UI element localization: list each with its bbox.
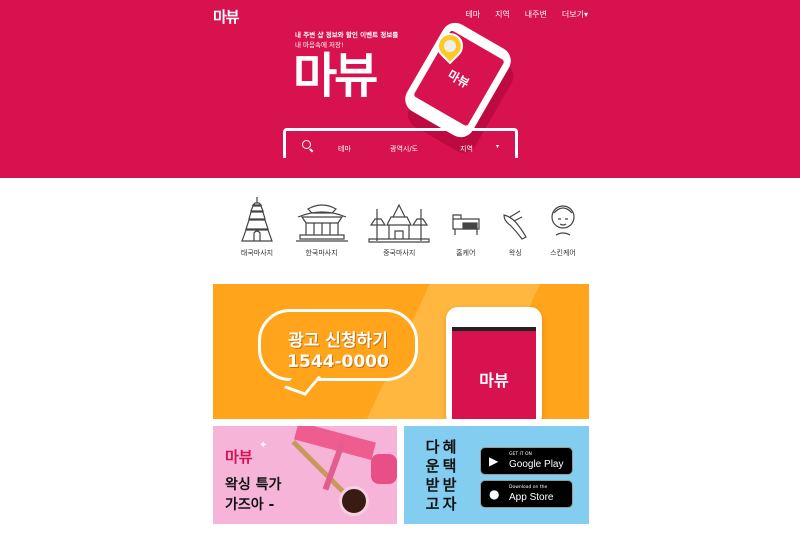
sparkle-icon: ✦	[259, 440, 268, 451]
nav-nearby[interactable]: 내주변	[525, 9, 547, 20]
tagline-line-1: 내 주변 샵 정보와 할인 이벤트 정보를	[295, 31, 399, 39]
search-province-select[interactable]: 광역시/도	[390, 144, 418, 154]
search-region-select[interactable]: 지역	[460, 144, 473, 154]
nav-region[interactable]: 지역	[495, 9, 510, 20]
hero-banner: 마뷰 테마 지역 내주변 더보기▾ 내 주변 샵 정보와 할인 이벤트 정보를 …	[0, 0, 800, 178]
leg-wax-icon	[503, 210, 528, 240]
wax-brand-logo: 마뷰	[225, 448, 253, 466]
app-download-banner: 다 운 받 고 혜 택 받 자 ▶ GET IT ON Google Play …	[404, 426, 589, 524]
search-icon[interactable]	[302, 140, 311, 149]
apple-icon: ●	[489, 487, 500, 501]
hero-logo: 마뷰	[293, 48, 378, 104]
speech-bubble: 광고 신청하기 1544-0000	[258, 309, 418, 381]
face-mask-icon	[551, 205, 575, 236]
category-label: 스킨케어	[550, 249, 576, 257]
category-label: 중국마사지	[383, 249, 416, 257]
wax-headline-1: 왁싱 특가	[225, 477, 282, 493]
ad-phone-number: 1544-0000	[287, 352, 389, 372]
category-chinese-massage[interactable]: 중국마사지	[367, 195, 431, 265]
app-text-col-1: 다 운 받 고	[425, 438, 440, 513]
search-theme-select[interactable]: 테마	[338, 144, 351, 154]
wax-bottle-image	[371, 454, 397, 484]
category-thai-massage[interactable]: 태국마사지	[238, 195, 276, 265]
site-logo[interactable]: 마뷰	[213, 6, 240, 27]
category-list: 태국마사지 한국마사지 중국마사지 홈케어 왁싱 스킨케어	[238, 195, 578, 265]
thai-temple-icon	[241, 197, 273, 242]
ad-phone-logo: 마뷰	[452, 331, 536, 419]
nav-more[interactable]: 더보기▾	[562, 9, 588, 20]
google-play-icon: ▶	[489, 454, 499, 468]
ad-title: 광고 신청하기	[288, 331, 388, 351]
category-waxing[interactable]: 왁싱	[500, 195, 530, 265]
wax-pot-image	[339, 486, 369, 516]
category-label: 왁싱	[508, 249, 522, 257]
sofa-icon	[452, 214, 480, 235]
app-store-button[interactable]: ● Download on the App Store	[480, 480, 573, 508]
ad-phone-illustration: 마뷰	[446, 307, 542, 419]
chinese-temple-icon	[368, 203, 430, 243]
search-box: 테마 광역시/도 지역 ▾	[283, 128, 518, 158]
category-label: 한국마사지	[305, 249, 338, 257]
ad-request-banner[interactable]: 광고 신청하기 1544-0000 마뷰	[213, 284, 589, 419]
hero-tagline: 내 주변 샵 정보와 할인 이벤트 정보를 내 마음속에 저장!	[295, 30, 398, 50]
category-homecare[interactable]: 홈케어	[449, 195, 483, 265]
category-skincare[interactable]: 스킨케어	[548, 195, 578, 265]
category-korean-massage[interactable]: 한국마사지	[294, 195, 350, 265]
google-play-button[interactable]: ▶ GET IT ON Google Play	[480, 447, 573, 475]
category-label: 태국마사지	[240, 249, 274, 257]
top-nav: 테마 지역 내주변 더보기▾	[465, 9, 588, 20]
waxing-promo-banner[interactable]: 마뷰 ✦ 왁싱 특가 가즈아 -	[213, 426, 397, 524]
chevron-down-icon[interactable]: ▾	[496, 143, 499, 150]
nav-theme[interactable]: 테마	[465, 9, 480, 20]
wax-headline-2: 가즈아 -	[225, 497, 275, 513]
app-text-col-2: 혜 택 받 자	[442, 438, 457, 513]
korean-palace-icon	[295, 204, 348, 242]
category-label: 홈케어	[456, 249, 476, 257]
